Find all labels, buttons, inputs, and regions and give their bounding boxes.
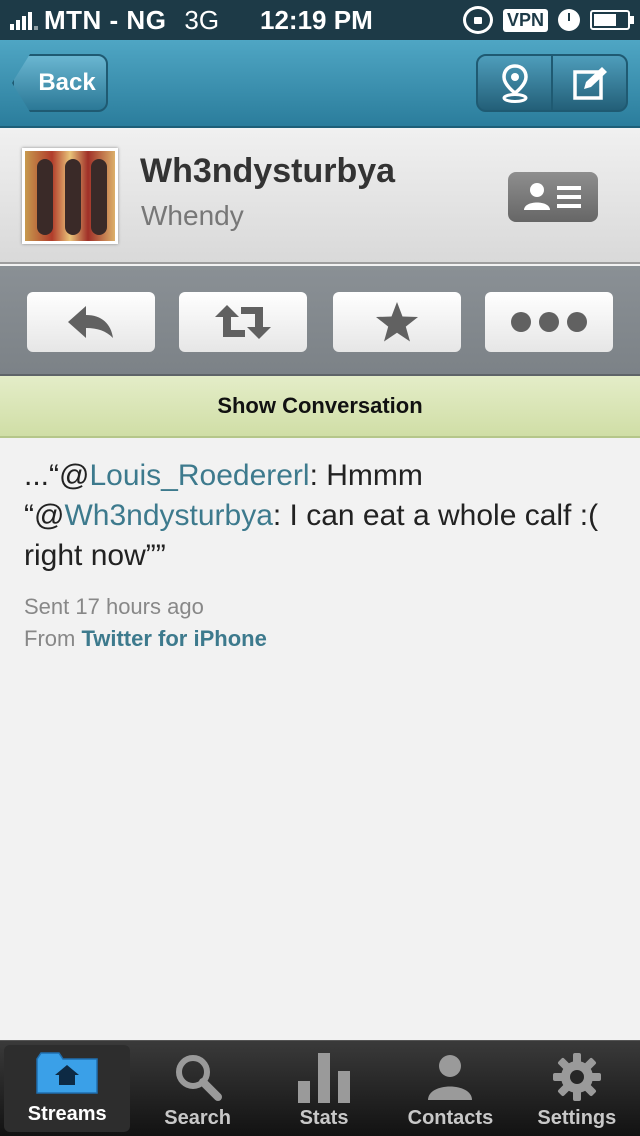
contact-card-button[interactable]	[508, 172, 598, 222]
favorite-star-icon	[376, 302, 418, 342]
streams-folder-icon	[35, 1045, 99, 1101]
tab-stats[interactable]: Stats	[261, 1041, 387, 1136]
tab-bar: Streams Search Stats Contacts Settings	[0, 1040, 640, 1136]
tab-label: Streams	[27, 1103, 107, 1125]
tab-contacts[interactable]: Contacts	[387, 1041, 513, 1136]
contact-card-icon	[524, 183, 581, 210]
tweet-action-toolbar	[0, 266, 640, 376]
tweet-client-link[interactable]: Twitter for iPhone	[81, 626, 266, 651]
more-icon	[511, 312, 587, 332]
show-conversation-button[interactable]: Show Conversation	[0, 376, 640, 438]
retweet-icon	[215, 305, 271, 339]
signal-icon	[10, 10, 38, 30]
back-button[interactable]: Back	[12, 54, 108, 112]
contacts-icon	[426, 1049, 474, 1105]
nav-actions	[476, 54, 628, 112]
network-type: 3G	[184, 4, 220, 35]
mention-link[interactable]: Wh3ndysturbya	[64, 499, 272, 532]
profile-display-name: Whendy	[141, 200, 244, 231]
tweet-source-prefix: From	[24, 626, 82, 651]
retweet-button[interactable]	[179, 292, 307, 352]
mention-link[interactable]: Louis_Roedererl	[89, 459, 309, 492]
reply-icon	[68, 306, 113, 338]
alarm-clock-icon	[558, 9, 580, 31]
status-bar: MTN - NG 3G 12:19 PM VPN	[0, 0, 640, 40]
tab-label: Stats	[299, 1107, 349, 1129]
navigation-bar: Back	[0, 40, 640, 128]
tweet-text-prefix: ...“@	[24, 459, 90, 492]
tab-streams[interactable]: Streams	[4, 1045, 131, 1132]
avatar[interactable]	[22, 148, 118, 244]
stats-icon	[296, 1049, 352, 1105]
tab-label: Settings	[537, 1107, 617, 1129]
rotation-lock-icon	[462, 6, 493, 34]
carrier-name: MTN - NG	[44, 4, 167, 35]
tab-settings[interactable]: Settings	[514, 1041, 640, 1136]
tab-label: Contacts	[407, 1107, 494, 1129]
tweet-sent-time: Sent 17 hours ago	[24, 594, 204, 619]
profile-header: Wh3ndysturbya Whendy	[0, 130, 640, 264]
tab-search[interactable]: Search	[134, 1041, 260, 1136]
search-icon	[173, 1049, 223, 1105]
profile-username: Wh3ndysturbya	[140, 152, 396, 190]
settings-gear-icon	[552, 1049, 602, 1105]
more-button[interactable]	[485, 292, 613, 352]
reply-button[interactable]	[27, 292, 155, 352]
status-time: 12:19 PM	[260, 5, 373, 35]
battery-icon	[590, 10, 634, 30]
vpn-icon: VPN	[502, 8, 548, 32]
compose-icon[interactable]	[551, 56, 626, 110]
location-pin-icon[interactable]	[478, 56, 551, 110]
tweet-text: ...“@Louis_Roedererl: Hmmm “@Wh3ndysturb…	[24, 456, 620, 576]
favorite-button[interactable]	[333, 292, 461, 352]
tweet-source: From Twitter for iPhone	[24, 626, 620, 652]
tab-label: Search	[164, 1107, 231, 1129]
